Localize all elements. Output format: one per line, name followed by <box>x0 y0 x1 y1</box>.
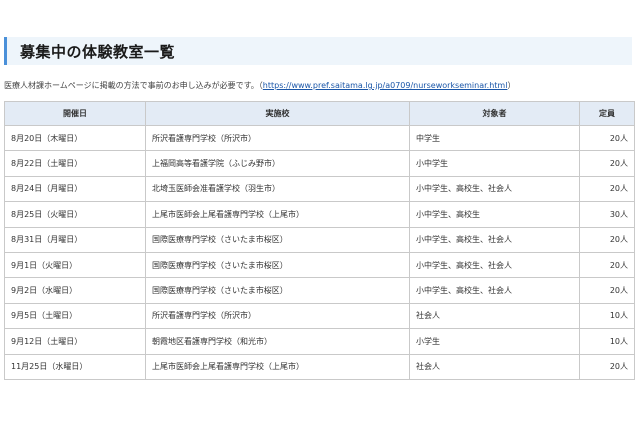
cell-capacity: 20人 <box>579 124 635 152</box>
table-row: 9月1日（火曜日） 国際医療専門学校（さいたま市桜区） 小中学生、高校生、社会人… <box>4 251 635 279</box>
table-row: 8月24日（月曜日） 北埼玉医師会准看護学校（羽生市） 小中学生、高校生、社会人… <box>4 175 635 203</box>
cell-school: 国際医療専門学校（さいたま市桜区） <box>145 226 410 253</box>
cell-school: 上尾市医師会上尾看護専門学校（上尾市） <box>145 201 410 228</box>
note-suffix: ） <box>507 81 516 90</box>
header-capacity: 定員 <box>579 101 635 126</box>
cell-capacity: 10人 <box>579 302 635 330</box>
table-header-row: 開催日 実施校 対象者 定員 <box>4 101 635 126</box>
cell-date: 9月2日（水曜日） <box>4 277 146 304</box>
cell-date: 8月31日（月曜日） <box>4 226 146 253</box>
classes-table: 開催日 実施校 対象者 定員 8月20日（木曜日） 所沢看護専門学校（所沢市） … <box>4 101 635 380</box>
header-school: 実施校 <box>145 101 410 126</box>
cell-capacity: 10人 <box>579 328 635 355</box>
page-title: 募集中の体験教室一覧 <box>20 43 176 61</box>
table-row: 11月25日（水曜日） 上尾市医師会上尾看護専門学校（上尾市） 社会人 20人 <box>4 353 635 380</box>
cell-date: 8月24日（月曜日） <box>4 175 146 203</box>
cell-school: 所沢看護専門学校（所沢市） <box>145 302 410 330</box>
cell-capacity: 20人 <box>579 226 635 253</box>
cell-capacity: 20人 <box>579 353 635 380</box>
note-text: 医療人材課ホームページに掲載の方法で事前のお申し込みが必要です。（ <box>4 81 263 90</box>
cell-school: 上尾市医師会上尾看護専門学校（上尾市） <box>145 353 410 380</box>
cell-target: 小中学生、高校生、社会人 <box>409 251 580 279</box>
section-heading: 募集中の体験教室一覧 <box>4 37 632 65</box>
cell-school: 所沢看護専門学校（所沢市） <box>145 124 410 152</box>
cell-target: 小学生 <box>409 328 580 355</box>
cell-capacity: 30人 <box>579 201 635 228</box>
cell-target: 中学生 <box>409 124 580 152</box>
cell-capacity: 20人 <box>579 175 635 203</box>
cell-date: 11月25日（水曜日） <box>4 353 146 380</box>
cell-capacity: 20人 <box>579 277 635 304</box>
header-target: 対象者 <box>409 101 580 126</box>
table-row: 9月2日（水曜日） 国際医療専門学校（さいたま市桜区） 小中学生、高校生、社会人… <box>4 277 635 304</box>
cell-date: 8月22日（土曜日） <box>4 150 146 177</box>
cell-school: 北埼玉医師会准看護学校（羽生市） <box>145 175 410 203</box>
table-row: 9月12日（土曜日） 朝霞地区看護専門学校（和光市） 小学生 10人 <box>4 328 635 355</box>
cell-target: 小中学生、高校生 <box>409 201 580 228</box>
header-date: 開催日 <box>4 101 146 126</box>
application-note: 医療人材課ホームページに掲載の方法で事前のお申し込みが必要です。（https:/… <box>4 80 634 91</box>
table-row: 8月22日（土曜日） 上福岡高等看護学院（ふじみ野市） 小中学生 20人 <box>4 150 635 177</box>
cell-target: 小中学生、高校生、社会人 <box>409 226 580 253</box>
table-row: 9月5日（土曜日） 所沢看護専門学校（所沢市） 社会人 10人 <box>4 302 635 330</box>
cell-school: 国際医療専門学校（さいたま市桜区） <box>145 251 410 279</box>
cell-target: 小中学生、高校生、社会人 <box>409 175 580 203</box>
cell-target: 社会人 <box>409 302 580 330</box>
cell-target: 社会人 <box>409 353 580 380</box>
table-row: 8月31日（月曜日） 国際医療専門学校（さいたま市桜区） 小中学生、高校生、社会… <box>4 226 635 253</box>
cell-school: 上福岡高等看護学院（ふじみ野市） <box>145 150 410 177</box>
table-row: 8月20日（木曜日） 所沢看護専門学校（所沢市） 中学生 20人 <box>4 124 635 152</box>
cell-capacity: 20人 <box>579 150 635 177</box>
cell-date: 9月5日（土曜日） <box>4 302 146 330</box>
cell-date: 9月12日（土曜日） <box>4 328 146 355</box>
cell-school: 朝霞地区看護専門学校（和光市） <box>145 328 410 355</box>
cell-capacity: 20人 <box>579 251 635 279</box>
cell-date: 8月20日（木曜日） <box>4 124 146 152</box>
cell-target: 小中学生、高校生、社会人 <box>409 277 580 304</box>
cell-date: 8月25日（火曜日） <box>4 201 146 228</box>
application-link[interactable]: https://www.pref.saitama.lg.jp/a0709/nur… <box>263 81 508 90</box>
cell-school: 国際医療専門学校（さいたま市桜区） <box>145 277 410 304</box>
cell-target: 小中学生 <box>409 150 580 177</box>
cell-date: 9月1日（火曜日） <box>4 251 146 279</box>
table-row: 8月25日（火曜日） 上尾市医師会上尾看護専門学校（上尾市） 小中学生、高校生 … <box>4 201 635 228</box>
